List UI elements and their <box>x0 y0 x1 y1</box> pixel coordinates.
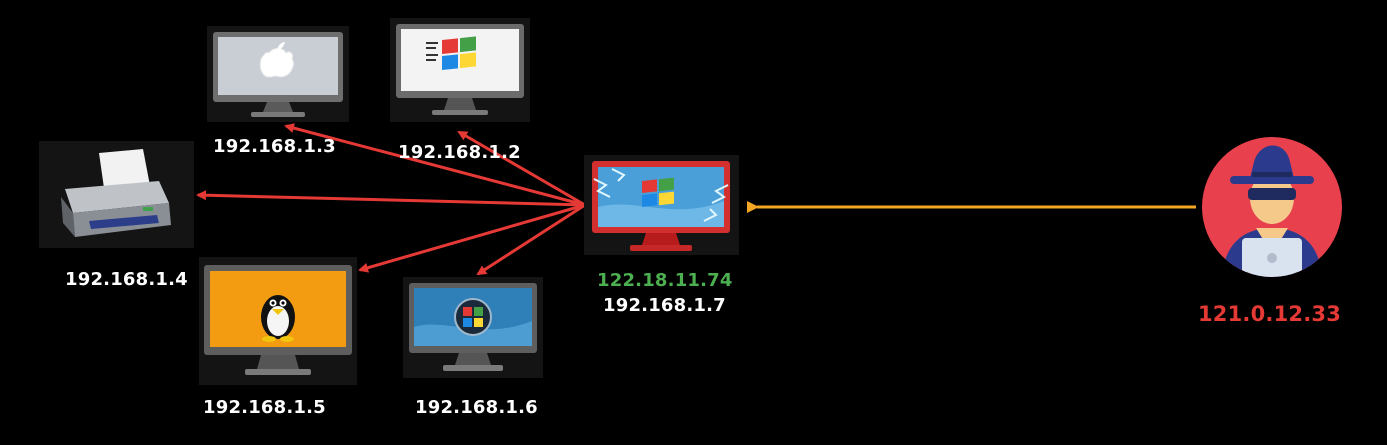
win7-computer[interactable] <box>403 277 543 378</box>
apple-monitor-icon <box>207 26 349 122</box>
windows-classic-monitor-icon <box>390 18 530 122</box>
win98-ip-label: 192.168.1.2 <box>398 142 521 163</box>
attacker[interactable] <box>1194 136 1350 278</box>
arrow-to-win7 <box>476 203 586 276</box>
arrow-to-printer <box>196 190 586 207</box>
linux-computer[interactable] <box>199 257 357 385</box>
gateway-local-ip-label: 192.168.1.7 <box>603 295 726 316</box>
attacker-ip-label: 121.0.12.33 <box>1198 302 1342 326</box>
printer-icon <box>39 141 194 248</box>
win98-computer[interactable] <box>390 18 530 122</box>
compromised-windows-monitor-icon <box>584 155 739 255</box>
linux-tux-monitor-icon <box>199 257 357 385</box>
linux-ip-label: 192.168.1.5 <box>203 397 326 418</box>
gateway-public-ip-label: 122.18.11.74 <box>597 270 733 291</box>
hacker-avatar-icon <box>1202 137 1342 277</box>
gateway-computer[interactable] <box>584 155 739 255</box>
mac-computer[interactable] <box>207 26 349 122</box>
printer-device[interactable] <box>39 141 194 248</box>
arrow-to-linux <box>358 203 586 273</box>
printer-ip-label: 192.168.1.4 <box>65 269 188 290</box>
win7-ip-label: 192.168.1.6 <box>415 397 538 418</box>
windows-vista-monitor-icon <box>403 277 543 378</box>
mac-ip-label: 192.168.1.3 <box>213 136 336 157</box>
